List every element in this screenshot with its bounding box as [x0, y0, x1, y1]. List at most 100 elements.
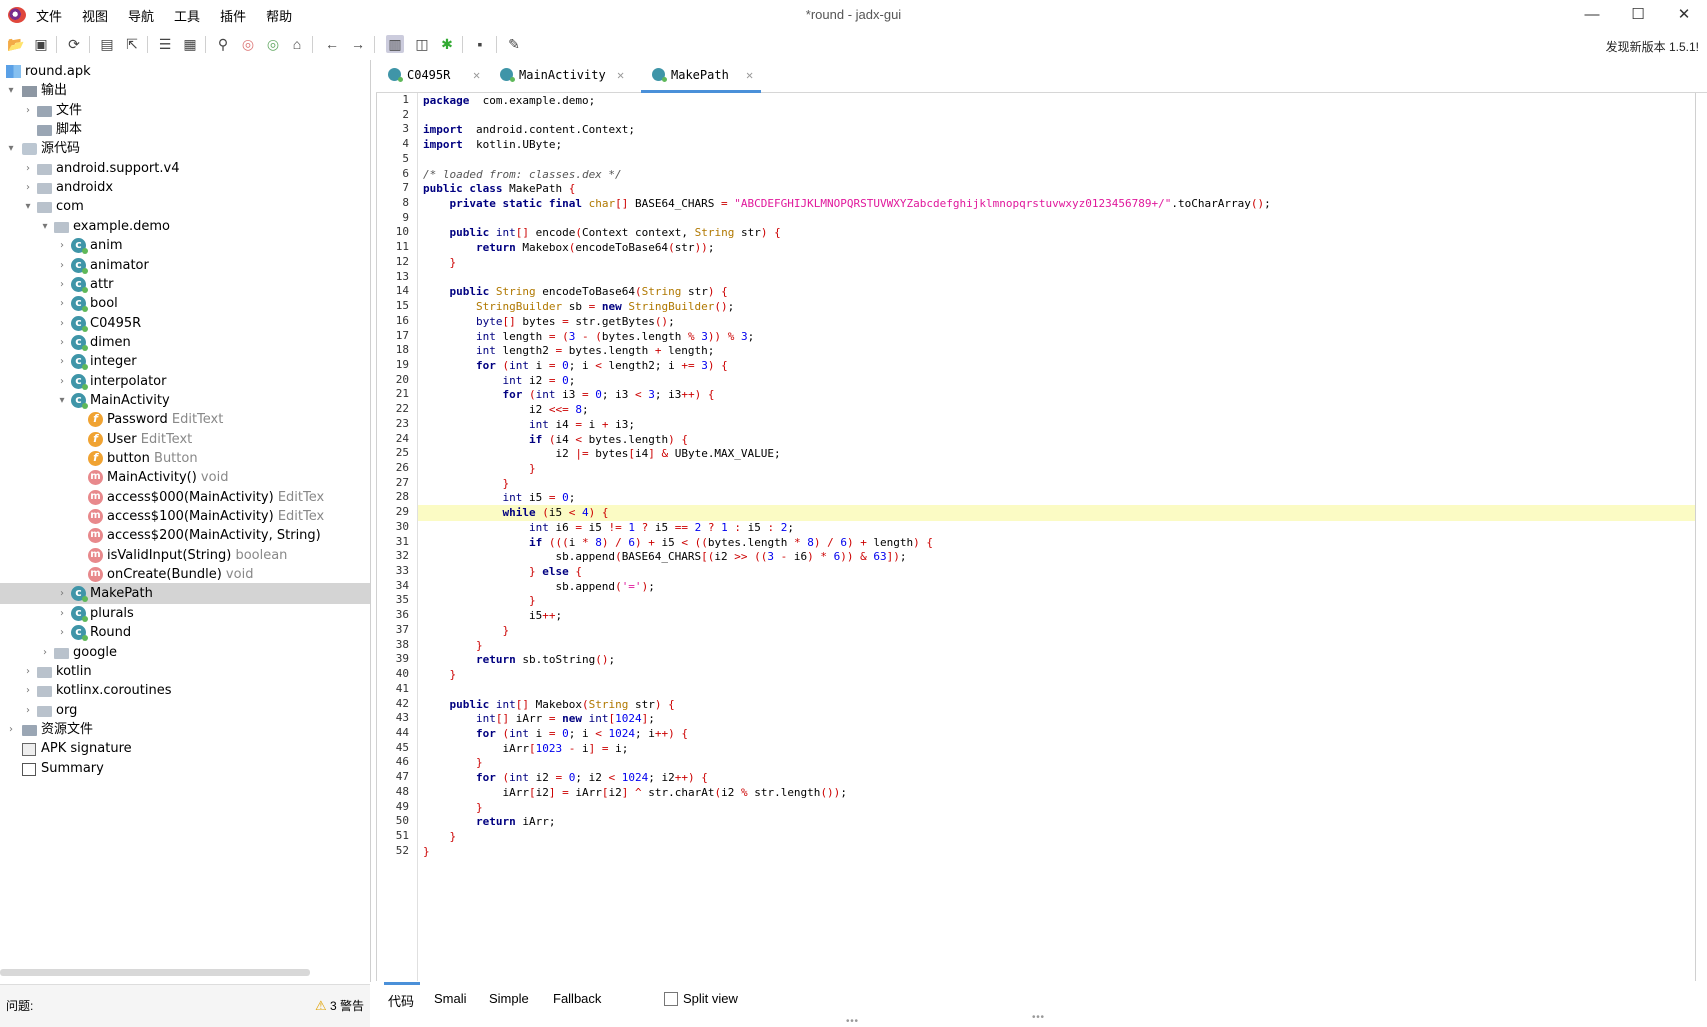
close-tab-icon[interactable]: ✕: [746, 60, 753, 90]
close-button[interactable]: ✕: [1661, 0, 1707, 31]
tree-item-org[interactable]: › org: [0, 700, 370, 721]
resize-grip-icon[interactable]: • • •: [846, 1016, 858, 1027]
tree-item-bool[interactable]: › bool: [0, 292, 370, 314]
add-files-icon[interactable]: ▣: [32, 35, 50, 53]
find-usage-icon[interactable]: ◎: [264, 35, 282, 53]
tree-item-summary[interactable]: Summary: [0, 758, 370, 779]
tree-item-interpolator[interactable]: › interpolator: [0, 370, 370, 392]
expand-arrow-icon[interactable]: ›: [57, 622, 67, 643]
search-icon[interactable]: ⚲: [214, 35, 232, 53]
maximize-button[interactable]: ☐: [1615, 0, 1661, 31]
expand-arrow-icon[interactable]: ›: [57, 583, 67, 604]
collapse-arrow-icon[interactable]: ▾: [6, 138, 16, 159]
tree-item-password[interactable]: Password EditText: [0, 408, 370, 430]
expand-arrow-icon[interactable]: ›: [57, 255, 67, 276]
project-tree[interactable]: round.apk ▾ 输出 › 文件 脚本 ▾ 源代码 › android.support.v4…: [0, 60, 371, 982]
close-tab-icon[interactable]: ✕: [473, 60, 480, 90]
tab-fallback[interactable]: Fallback: [553, 991, 601, 1006]
collapse-arrow-icon[interactable]: ▾: [57, 390, 67, 411]
tree-item-com[interactable]: ▾ com: [0, 196, 370, 217]
update-notice[interactable]: 发现新版本 1.5.1!: [1606, 38, 1699, 55]
bookmark-icon[interactable]: ◫: [413, 35, 431, 53]
log-icon[interactable]: ▪: [471, 35, 489, 53]
open-icon[interactable]: 📂: [7, 35, 25, 53]
tab-simple[interactable]: Simple: [489, 991, 529, 1006]
expand-arrow-icon[interactable]: ›: [57, 332, 67, 353]
tree-item-oncreate-bundle[interactable]: onCreate(Bundle) void: [0, 563, 370, 585]
tree-item-google[interactable]: › google: [0, 642, 370, 663]
expand-arrow-icon[interactable]: ›: [57, 313, 67, 334]
resize-grip-icon[interactable]: • • •: [1032, 1012, 1044, 1023]
expand-arrow-icon[interactable]: ›: [23, 661, 33, 682]
tree-item-attr[interactable]: › attr: [0, 273, 370, 295]
expand-arrow-icon[interactable]: ›: [23, 177, 33, 198]
tab-mainactivity[interactable]: MainActivity ✕: [500, 60, 632, 90]
tree-item-[interactable]: ▾ 源代码: [0, 138, 370, 159]
tree-item-kotlinx-coroutines[interactable]: › kotlinx.coroutines: [0, 680, 370, 701]
tree-item-access-200-mainactivity-string[interactable]: access$200(MainActivity, String): [0, 524, 370, 546]
expand-arrow-icon[interactable]: ›: [57, 603, 67, 624]
expand-arrow-icon[interactable]: ›: [23, 100, 33, 121]
tree-item-round-apk[interactable]: round.apk: [0, 61, 370, 82]
expand-arrow-icon[interactable]: ›: [57, 235, 67, 256]
tab-code[interactable]: 代码: [383, 982, 421, 1010]
tab-c0495r[interactable]: C0495R ✕: [388, 60, 488, 90]
debug-icon[interactable]: ✱: [438, 35, 456, 53]
back-icon[interactable]: ←: [323, 35, 341, 53]
tree-item-button[interactable]: button Button: [0, 447, 370, 469]
tree-item-mainactivity[interactable]: MainActivity() void: [0, 466, 370, 488]
warnings-indicator[interactable]: ⚠ 3 警告: [315, 997, 364, 1014]
find-class-icon[interactable]: ◎: [239, 35, 257, 53]
tree-item-animator[interactable]: › animator: [0, 254, 370, 276]
folder-tree-icon[interactable]: ▦: [181, 35, 199, 53]
tree-item-[interactable]: ▾ 输出: [0, 80, 370, 101]
tab-makepath[interactable]: MakePath ✕: [641, 60, 761, 93]
expand-arrow-icon[interactable]: ›: [6, 719, 16, 740]
tree-item-kotlin[interactable]: › kotlin: [0, 661, 370, 682]
tree-item-example-demo[interactable]: ▾ example.demo: [0, 216, 370, 237]
forward-icon[interactable]: →: [349, 35, 367, 53]
tree-item-apk-signature[interactable]: APK signature: [0, 738, 370, 759]
collapse-arrow-icon[interactable]: ▾: [40, 216, 50, 237]
expand-arrow-icon[interactable]: ›: [57, 293, 67, 314]
export-icon[interactable]: ⇱: [123, 35, 141, 53]
horizontal-scrollbar[interactable]: [0, 969, 310, 976]
tree-item-makepath[interactable]: › MakePath: [0, 582, 370, 605]
collapse-arrow-icon[interactable]: ▾: [23, 196, 33, 217]
settings-icon[interactable]: ✎: [505, 35, 523, 53]
tree-item-[interactable]: › 资源文件: [0, 719, 370, 740]
tree-item-plurals[interactable]: › plurals: [0, 602, 370, 624]
tree-item-[interactable]: 脚本: [0, 119, 370, 140]
tree-item-dimen[interactable]: › dimen: [0, 331, 370, 353]
collapse-arrow-icon[interactable]: ▾: [6, 80, 16, 101]
expand-arrow-icon[interactable]: ›: [40, 642, 50, 663]
tree-item-anim[interactable]: › anim: [0, 234, 370, 256]
tree-item-integer[interactable]: › integer: [0, 350, 370, 372]
expand-arrow-icon[interactable]: ›: [57, 351, 67, 372]
tree-item-round[interactable]: › Round: [0, 621, 370, 643]
expand-arrow-icon[interactable]: ›: [57, 274, 67, 295]
tree-item-isvalidinput-string[interactable]: isValidInput(String) boolean: [0, 544, 370, 566]
tree-item-access-000-mainactivity[interactable]: access$000(MainActivity) EditTex: [0, 486, 370, 508]
home-icon[interactable]: ⌂: [288, 35, 306, 53]
minimize-button[interactable]: —: [1569, 0, 1615, 31]
tab-smali[interactable]: Smali: [434, 991, 467, 1006]
expand-arrow-icon[interactable]: ›: [23, 700, 33, 721]
tree-item-user[interactable]: User EditText: [0, 428, 370, 450]
tree-item-c0495r[interactable]: › C0495R: [0, 312, 370, 334]
expand-arrow-icon[interactable]: ›: [57, 371, 67, 392]
sync-icon[interactable]: ⟳: [65, 35, 83, 53]
flatten-icon[interactable]: ☰: [156, 35, 174, 53]
tree-item-android-support-v4[interactable]: › android.support.v4: [0, 158, 370, 179]
close-tab-icon[interactable]: ✕: [617, 60, 624, 90]
tree-item-mainactivity[interactable]: ▾MainActivity: [0, 389, 370, 411]
save-icon[interactable]: ▤: [98, 35, 116, 53]
quark-icon[interactable]: ▥: [386, 35, 404, 53]
tree-item-[interactable]: › 文件: [0, 100, 370, 121]
split-view-checkbox[interactable]: [664, 992, 678, 1006]
expand-arrow-icon[interactable]: ›: [23, 680, 33, 701]
code-editor[interactable]: 1 2 3 4 5 6 7 8 9 10 11 12 13 14 15 16 17 18 19 20 21 22 23 24 2…: [376, 93, 1696, 981]
expand-arrow-icon[interactable]: ›: [23, 158, 33, 179]
tree-item-access-100-mainactivity[interactable]: access$100(MainActivity) EditTex: [0, 505, 370, 527]
tree-item-androidx[interactable]: › androidx: [0, 177, 370, 198]
